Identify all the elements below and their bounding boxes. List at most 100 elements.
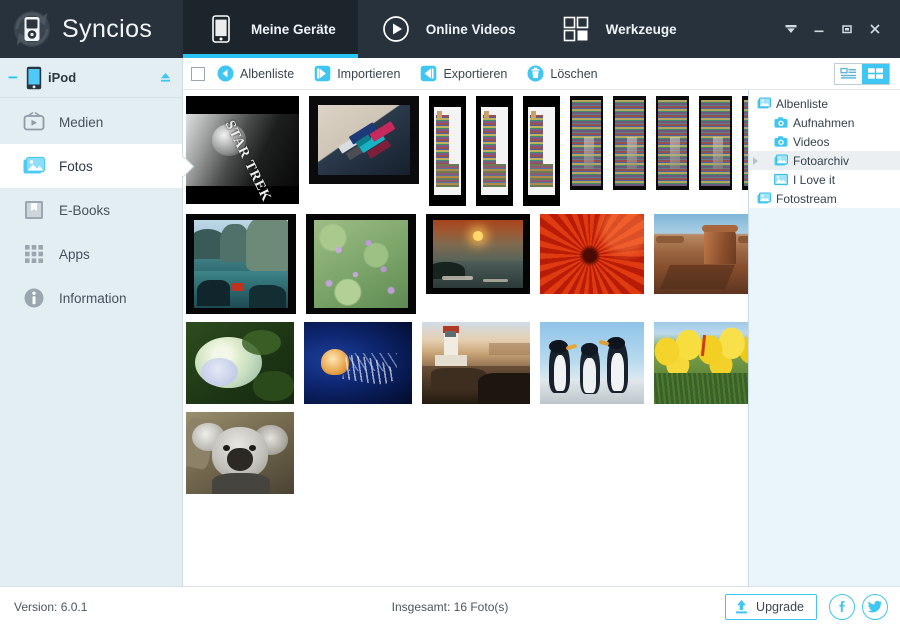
photo-toolbar: Albenliste Importieren Exportieren Lösch… (183, 58, 900, 90)
halong-bay-photo[interactable] (186, 214, 296, 314)
photo-row: STAR TREK (185, 96, 748, 206)
photo-grid: STAR TREK (183, 90, 748, 586)
menu-dropdown-button[interactable] (778, 16, 804, 42)
trash-icon (527, 65, 544, 82)
album-tree-item-label: I Love it (793, 172, 836, 187)
sidebar-item-medien[interactable]: Medien (0, 100, 182, 144)
ebook-icon (22, 198, 46, 222)
water-lilies-photo[interactable] (306, 214, 416, 314)
photo-album-icon (774, 154, 788, 167)
glitch-thumb-2[interactable] (613, 96, 646, 190)
sidebar-item-ebooks[interactable]: E-Books (0, 188, 182, 232)
twitter-icon[interactable] (862, 593, 888, 620)
apps-grid-icon (22, 242, 46, 266)
ipod-sync-logo-icon (12, 9, 52, 49)
album-tree-item-label: Fotoarchiv (793, 153, 850, 168)
phone-icon (205, 12, 237, 46)
sidebar-item-information[interactable]: Information (0, 276, 182, 320)
glitch-narrow-1[interactable] (429, 96, 466, 206)
glitch-thumb-5[interactable] (742, 96, 748, 190)
ipod-device-icon (26, 66, 42, 90)
sidebar-item-label: Information (59, 290, 127, 306)
photo-row (185, 412, 748, 494)
loeschen-button[interactable]: Löschen (527, 65, 607, 82)
album-tree-item-label: Aufnahmen (793, 115, 855, 130)
importieren-button[interactable]: Importieren (314, 65, 410, 82)
exportieren-button[interactable]: Exportieren (420, 65, 517, 82)
album-tree-item-albenliste[interactable]: Albenliste (749, 94, 900, 113)
grid-view-button[interactable] (862, 63, 889, 84)
glitch-thumb-4[interactable] (699, 96, 732, 190)
penguins-photo[interactable] (540, 322, 644, 404)
maximize-button[interactable] (834, 16, 860, 42)
glitch-thumb-1[interactable] (570, 96, 603, 190)
lighthouse-photo[interactable] (422, 322, 530, 404)
sidebar-item-fotos[interactable]: Fotos (0, 144, 182, 188)
import-icon (314, 65, 331, 82)
info-icon (22, 286, 46, 310)
glitch-narrow-3[interactable] (523, 96, 560, 206)
tab-label: Meine Geräte (251, 21, 336, 37)
tab-meine-geraete[interactable]: Meine Geräte (183, 0, 358, 58)
tab-online-videos[interactable]: Online Videos (358, 0, 538, 58)
social-links (829, 593, 888, 620)
picture-icon (774, 173, 788, 186)
list-view-button[interactable] (835, 64, 862, 84)
photo-row (185, 214, 748, 314)
toolbar-button-label: Löschen (550, 66, 598, 81)
version-label: Version: 6.0.1 (14, 599, 88, 614)
syncios-window: Syncios Meine Geräte Online Videos Werkz… (0, 0, 900, 626)
photo-album-icon (757, 192, 771, 205)
sidebar-item-label: Apps (59, 246, 90, 262)
left-sidebar: − iPod Medien Fotos E-Books Apps Informa… (0, 58, 183, 586)
jellyfish-photo[interactable] (304, 322, 412, 404)
grid-wrapper: STAR TREK Albenliste Aufnahmen Videos Fo… (183, 90, 900, 586)
device-header[interactable]: − iPod (0, 58, 182, 98)
back-circle-icon (217, 65, 234, 82)
status-bar: Version: 6.0.1 Insgesamt: 16 Foto(s) Upg… (0, 586, 900, 626)
yellow-tulips-photo[interactable] (654, 322, 748, 404)
device-name: iPod (48, 70, 77, 85)
photos-icon (22, 154, 46, 178)
camera-icon (774, 135, 788, 148)
view-toggle-group (834, 62, 890, 85)
album-tree-item-aufnahmen[interactable]: Aufnahmen (749, 113, 900, 132)
tab-werkzeuge[interactable]: Werkzeuge (538, 0, 699, 58)
app-title: Syncios (62, 14, 153, 43)
desert-mesa-photo[interactable] (654, 214, 748, 294)
red-chrysanthemum-photo[interactable] (540, 214, 644, 294)
sidebar-item-apps[interactable]: Apps (0, 232, 182, 276)
facebook-icon[interactable] (829, 593, 855, 620)
koala-photo[interactable] (186, 412, 294, 494)
export-icon (420, 65, 437, 82)
play-circle-icon (380, 12, 412, 46)
window-controls (778, 0, 900, 58)
star-trek-poster[interactable]: STAR TREK (186, 96, 299, 204)
album-tree-item-i-love-it[interactable]: I Love it (749, 170, 900, 189)
album-tree: Albenliste Aufnahmen Videos Fotoarchiv I Lov… (749, 90, 900, 208)
minimize-button[interactable] (806, 16, 832, 42)
upgrade-button[interactable]: Upgrade (725, 593, 817, 620)
glitch-thumb-3[interactable] (656, 96, 689, 190)
albenliste-button[interactable]: Albenliste (217, 65, 304, 82)
sunset-sea-photo[interactable] (426, 214, 530, 294)
main-content: Albenliste Importieren Exportieren Lösch… (183, 58, 900, 586)
album-tree-item-fotostream[interactable]: Fotostream (749, 189, 900, 208)
camera-icon (774, 116, 788, 129)
main-body: − iPod Medien Fotos E-Books Apps Informa… (0, 58, 900, 586)
sidebar-item-label: Medien (59, 114, 104, 130)
grid-squares-icon (560, 12, 592, 46)
title-bar: Syncios Meine Geräte Online Videos Werkz… (0, 0, 900, 58)
minus-icon[interactable]: − (6, 69, 20, 86)
album-tree-item-fotoarchiv[interactable]: Fotoarchiv (749, 151, 900, 170)
album-tree-item-videos[interactable]: Videos (749, 132, 900, 151)
select-all-checkbox[interactable] (191, 66, 205, 81)
album-panel-fill (749, 208, 900, 586)
upload-arrow-icon (734, 599, 749, 615)
eject-icon[interactable] (159, 71, 172, 84)
glitch-narrow-2[interactable] (476, 96, 513, 206)
usb-drives-photo[interactable] (309, 96, 419, 184)
hydrangea-photo[interactable] (186, 322, 294, 404)
close-button[interactable] (862, 16, 888, 42)
album-tree-item-label: Fotostream (776, 191, 837, 206)
